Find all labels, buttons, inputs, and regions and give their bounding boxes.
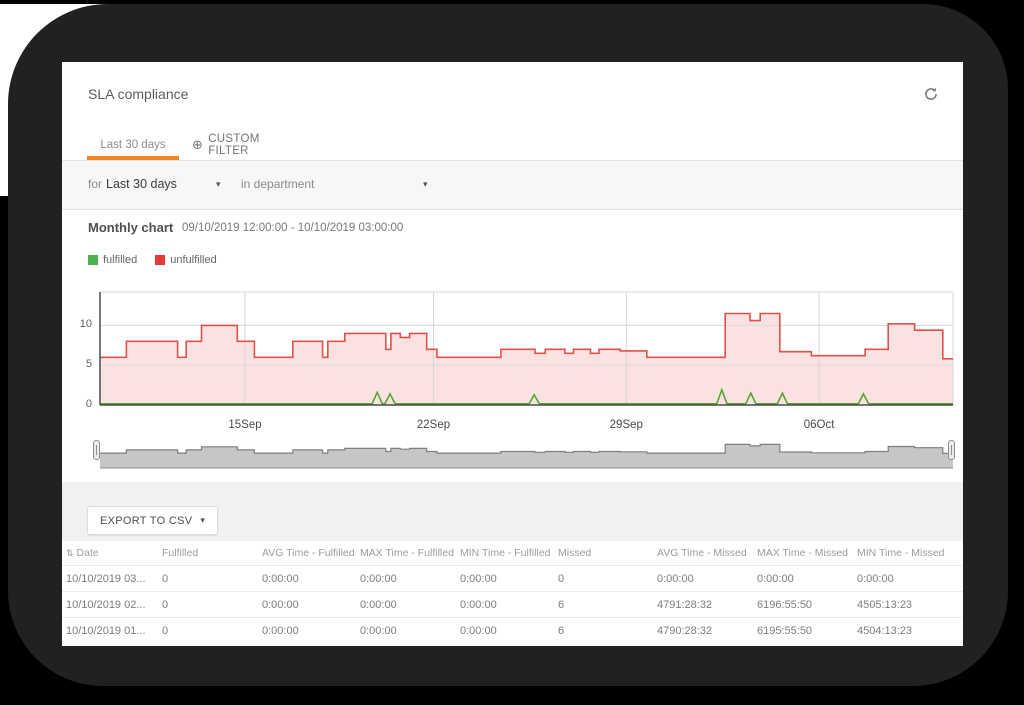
cell: 0:00:00 — [757, 566, 857, 591]
for-value: Last 30 days — [106, 177, 177, 191]
filter-bar: for Last 30 days ▾ in department ▾ — [62, 160, 963, 210]
toolbar-strip: EXPORT TO CSV ▾ — [62, 482, 963, 541]
export-label: EXPORT TO CSV — [100, 515, 192, 527]
cell: 0 — [162, 592, 262, 617]
fulfilled-swatch — [88, 255, 98, 265]
caret-down-icon: ▾ — [216, 179, 221, 190]
column-header[interactable]: Missed — [558, 541, 657, 565]
cell: 4505:13:23 — [857, 592, 963, 617]
cell: 10/10/2019 03... — [66, 566, 162, 591]
column-header[interactable]: MIN Time - Fulfilled — [460, 541, 558, 565]
plus-circle-icon: ⊕ — [192, 137, 203, 153]
cell: 0 — [162, 566, 262, 591]
tab-last-30-days[interactable]: Last 30 days — [87, 136, 179, 154]
monthly-chart — [98, 287, 956, 437]
tab-label: Last 30 days — [100, 139, 165, 151]
page-title: SLA compliance — [88, 86, 188, 102]
cell: 10/10/2019 01... — [66, 618, 162, 643]
section-title: Monthly chart — [88, 220, 173, 235]
table-row[interactable]: 10/10/2019 01...00:00:000:00:000:00:0064… — [62, 617, 963, 643]
cell: 0:00:00 — [262, 592, 360, 617]
caret-down-icon: ▾ — [200, 515, 205, 526]
column-header[interactable]: Fulfilled — [162, 541, 262, 565]
tab-custom-filter[interactable]: ⊕ CUSTOM FILTER — [192, 136, 302, 154]
sort-icon[interactable]: ⇅ — [66, 548, 73, 558]
date-range: 09/10/2019 12:00:00 - 10/10/2019 03:00:0… — [182, 222, 403, 234]
table-row[interactable]: 10/10/2019 03...00:00:000:00:000:00:0000… — [62, 565, 963, 591]
cell: 0:00:00 — [857, 566, 963, 591]
legend-label: unfulfilled — [170, 254, 216, 266]
y-tick-label: 10 — [66, 318, 92, 330]
cell: 6196:55:50 — [757, 592, 857, 617]
cell: 0:00:00 — [262, 618, 360, 643]
for-filter-dropdown[interactable]: forLast 30 days ▾ — [88, 177, 177, 191]
cell: 10/10/2019 02... — [66, 592, 162, 617]
range-slider-handle-left[interactable] — [93, 440, 100, 460]
column-header[interactable]: AVG Time - Fulfilled — [262, 541, 360, 565]
y-tick-label: 0 — [66, 398, 92, 410]
cell: 4791:28:32 — [657, 592, 757, 617]
column-header[interactable]: AVG Time - Missed — [657, 541, 757, 565]
y-tick-label: 5 — [66, 358, 92, 370]
column-header[interactable]: ⇅Date — [66, 541, 162, 565]
column-header[interactable]: MIN Time - Missed — [857, 541, 963, 565]
in-value: in department — [241, 177, 314, 191]
cell: 0:00:00 — [460, 566, 558, 591]
cell: 6195:55:50 — [757, 618, 857, 643]
cell: 0:00:00 — [460, 618, 558, 643]
cell: 0:00:00 — [262, 566, 360, 591]
chart-legend: fulfilled unfulfilled — [88, 254, 217, 266]
cell: 0 — [162, 618, 262, 643]
cell: 6 — [558, 592, 657, 617]
cell: 0:00:00 — [360, 566, 460, 591]
refresh-icon[interactable] — [923, 86, 941, 104]
table-row[interactable]: 10/10/2019 02...00:00:000:00:000:00:0064… — [62, 591, 963, 617]
cell: 0 — [558, 566, 657, 591]
legend-item-unfulfilled: unfulfilled — [155, 254, 216, 266]
sla-compliance-panel: SLA compliance Last 30 days ⊕ CUSTOM FIL… — [62, 62, 963, 646]
cell: 0:00:00 — [360, 618, 460, 643]
tab-label: CUSTOM FILTER — [208, 133, 302, 157]
unfulfilled-swatch — [155, 255, 165, 265]
cell: 6 — [558, 618, 657, 643]
cell: 4790:28:32 — [657, 618, 757, 643]
cell: 4504:13:23 — [857, 618, 963, 643]
legend-label: fulfilled — [103, 254, 137, 266]
cell: 0:00:00 — [460, 592, 558, 617]
range-slider-handle-right[interactable] — [948, 440, 955, 460]
range-slider[interactable] — [98, 436, 956, 470]
export-csv-button[interactable]: EXPORT TO CSV ▾ — [87, 506, 218, 535]
y-axis-labels: 0 5 10 — [66, 287, 94, 437]
column-header[interactable]: MAX Time - Missed — [757, 541, 857, 565]
table-header-row: ⇅DateFulfilledAVG Time - FulfilledMAX Ti… — [62, 541, 963, 565]
column-header[interactable]: MAX Time - Fulfilled — [360, 541, 460, 565]
results-table: ⇅DateFulfilledAVG Time - FulfilledMAX Ti… — [62, 541, 963, 643]
cell: 0:00:00 — [360, 592, 460, 617]
cell: 0:00:00 — [657, 566, 757, 591]
legend-item-fulfilled: fulfilled — [88, 254, 137, 266]
backdrop: SLA compliance Last 30 days ⊕ CUSTOM FIL… — [0, 0, 1024, 705]
for-label: for — [88, 177, 102, 191]
caret-down-icon: ▾ — [423, 179, 428, 190]
table-body: 10/10/2019 03...00:00:000:00:000:00:0000… — [62, 565, 963, 643]
department-filter-dropdown[interactable]: in department ▾ — [241, 177, 314, 191]
